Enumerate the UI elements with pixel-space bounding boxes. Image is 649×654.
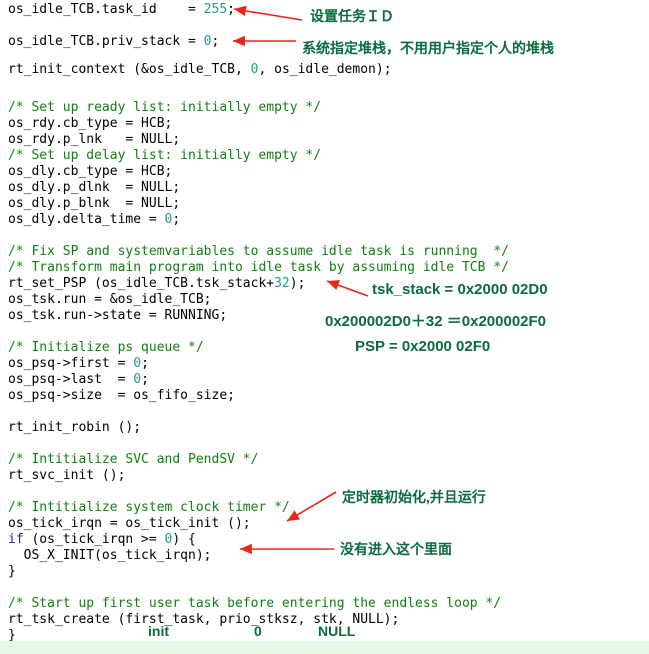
code-token: ; [211, 34, 220, 49]
code-line: os_idle_TCB.priv_stack = 0; [8, 34, 219, 50]
code-token: /* Start up first user task before enter… [8, 596, 502, 611]
code-token: (os_tick_irqn >= [23, 532, 165, 547]
code-line: os_tsk.run = &os_idle_TCB; [8, 292, 212, 308]
code-token: os_psq->first = [8, 356, 134, 371]
code-token: if [8, 532, 24, 547]
code-line: os_dly.cb_type = HCB; [8, 164, 172, 180]
code-line: /* Fix SP and systemvariables to assume … [8, 244, 509, 260]
code-token: os_idle_TCB.task_id [8, 2, 157, 17]
code-line: os_psq->last = 0; [8, 372, 149, 388]
source-code-view[interactable]: os_idle_TCB.task_id = 255; os_idle_TCB.pr… [0, 0, 649, 654]
code-token: 32 [274, 276, 290, 291]
code-line: rt_svc_init (); [8, 468, 125, 484]
code-token: ) { [172, 532, 196, 547]
code-token: , os_idle_demon); [258, 62, 392, 77]
code-token: ); [289, 276, 306, 291]
code-token: 0 [133, 372, 142, 387]
code-line: /* Initialize ps queue */ [8, 340, 204, 356]
code-line: rt_init_robin (); [8, 420, 141, 436]
code-token: os_idle_TCB.priv_stack = [8, 34, 204, 49]
code-token: rt_init_context (&os_idle_TCB, [8, 62, 251, 77]
code-line: os_psq->size = os_fifo_size; [8, 388, 235, 404]
code-line: rt_init_context (&os_idle_TCB, 0, os_idl… [8, 62, 392, 78]
code-line: /* Intitialize system clock timer */ [8, 500, 290, 516]
code-token: rt_svc_init (); [8, 468, 126, 483]
code-token: os_rdy.p_lnk = NULL; [8, 132, 181, 147]
code-token: os_dly.p_dlnk = NULL; [8, 180, 181, 195]
code-token: } [8, 564, 16, 579]
code-line: /* Set up ready list: initially empty */ [8, 100, 321, 116]
code-line: rt_tsk_create (first_task, prio_stksz, s… [8, 612, 399, 628]
code-token: os_tsk.run->state = RUNNING; [8, 308, 228, 323]
code-token: /* Fix SP and systemvariables to assume … [8, 244, 509, 259]
code-token: os_tick_irqn = os_tick_init (); [8, 516, 251, 531]
code-token: rt_tsk_create (first_task, prio_stksz, s… [8, 612, 400, 627]
code-token: os_psq->last = [8, 372, 134, 387]
code-line: os_dly.delta_time = 0; [8, 212, 180, 228]
code-line: os_tick_irqn = os_tick_init (); [8, 516, 251, 532]
code-token: rt_init_robin (); [8, 420, 142, 435]
code-token: 0 [203, 34, 212, 49]
code-line: rt_set_PSP (os_idle_TCB.tsk_stack+32); [8, 276, 305, 292]
code-token: ; [227, 2, 235, 17]
code-token: os_psq->size = os_fifo_size; [8, 388, 235, 403]
code-line: /* Transform main program into idle task… [8, 260, 509, 276]
code-line: os_rdy.p_lnk = NULL; [8, 132, 180, 148]
code-token: /* Set up ready list: initially empty */ [8, 100, 322, 115]
code-token: 255 [203, 2, 228, 17]
code-token: rt_set_PSP (os_idle_TCB.tsk_stack+ [8, 276, 275, 291]
code-line: os_rdy.cb_type = HCB; [8, 116, 172, 132]
code-token: OS_X_INIT(os_tick_irqn); [8, 548, 212, 563]
code-token: = [156, 2, 204, 17]
code-line: if (os_tick_irqn >= 0) { [8, 532, 196, 548]
code-line: os_tsk.run->state = RUNNING; [8, 308, 227, 324]
code-token: os_dly.delta_time = [8, 212, 165, 227]
code-token: /* Set up delay list: initially empty */ [8, 148, 322, 163]
code-token: os_dly.cb_type = HCB; [8, 164, 173, 179]
code-token: ; [141, 372, 149, 387]
code-line: /* Intitialize SVC and PendSV */ [8, 452, 258, 468]
code-line: OS_X_INIT(os_tick_irqn); [8, 548, 212, 564]
code-line: os_psq->first = 0; [8, 356, 149, 372]
code-line: } [8, 564, 16, 580]
code-token: /* Intitialize SVC and PendSV */ [8, 452, 259, 467]
code-token: /* Transform main program into idle task… [8, 260, 509, 275]
code-line: /* Start up first user task before enter… [8, 596, 501, 612]
code-token: ; [141, 356, 149, 371]
code-token: os_rdy.cb_type = HCB; [8, 116, 173, 131]
code-token: ; [172, 212, 181, 227]
code-token: /* Initialize ps queue */ [8, 340, 204, 355]
code-line: os_idle_TCB.task_id = 255; [8, 2, 235, 18]
code-token: /* Intitialize system clock timer */ [8, 500, 290, 515]
code-token: 0 [133, 356, 142, 371]
code-token: os_tsk.run = &os_idle_TCB; [8, 292, 212, 307]
code-token: os_dly.p_blnk = NULL; [8, 196, 181, 211]
code-line: /* Set up delay list: initially empty */ [8, 148, 321, 164]
code-line: os_dly.p_blnk = NULL; [8, 196, 180, 212]
code-line: os_dly.p_dlnk = NULL; [8, 180, 180, 196]
